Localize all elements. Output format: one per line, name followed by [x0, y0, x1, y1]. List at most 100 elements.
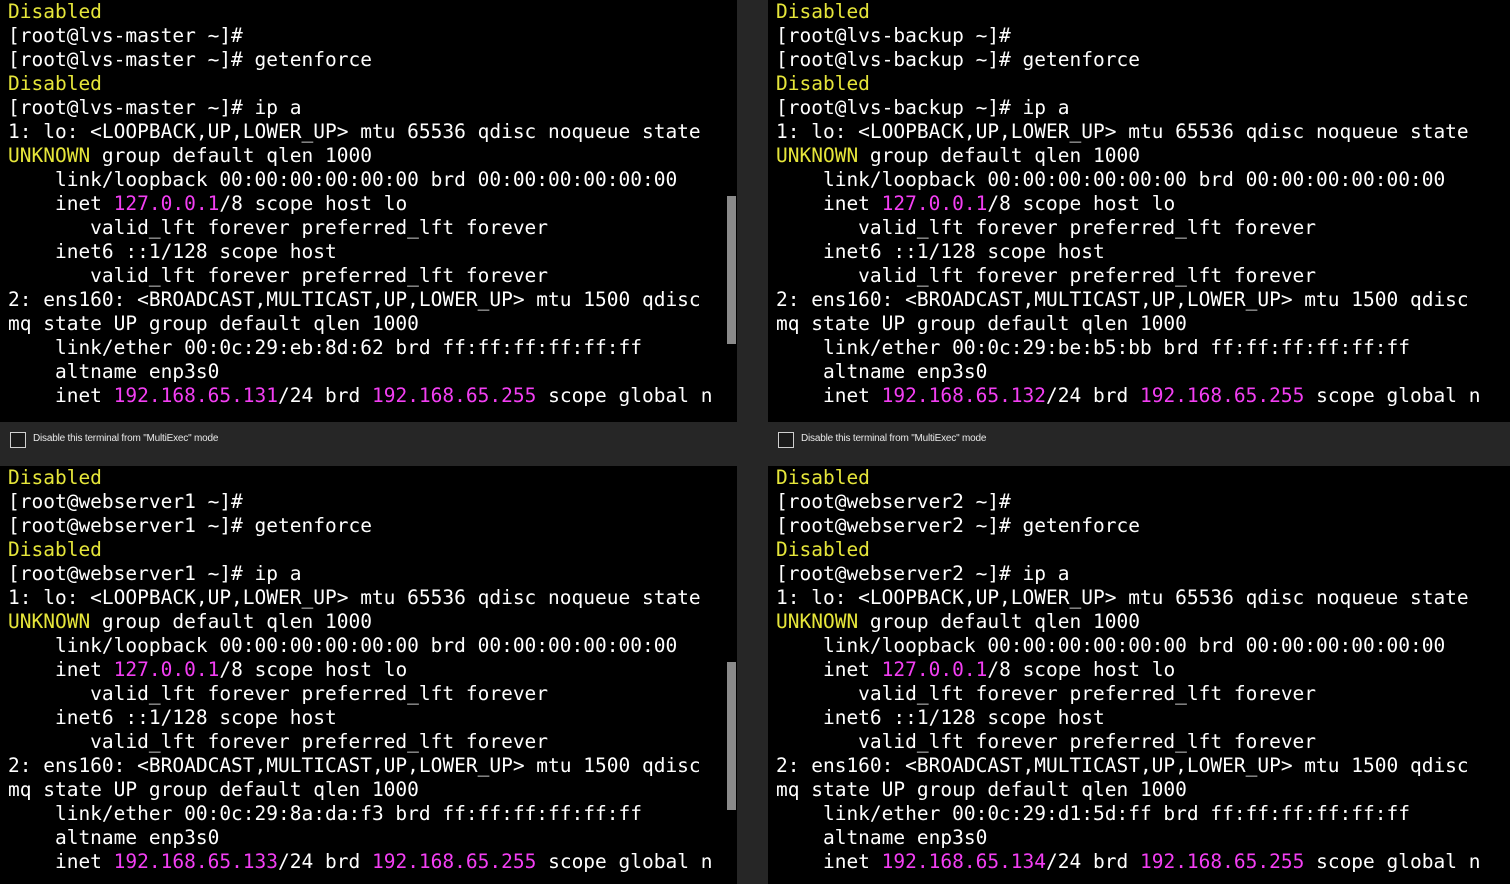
terminal-text-segment: link/ether 00:0c:29:be:b5:bb brd ff:ff:f… — [776, 336, 1410, 359]
multiexec-disable-checkbox[interactable] — [10, 432, 26, 448]
terminal-text-segment: valid_lft forever preferred_lft forever — [8, 730, 549, 753]
terminal-text-segment: inet — [776, 850, 882, 873]
terminal-text-segment: inet6 ::1/128 scope host — [8, 240, 337, 263]
terminal-pane-lvs-backup[interactable]: Disabled [root@lvs-backup ~]# [root@lvs-ba… — [768, 0, 1510, 422]
terminal-line: [root@webserver2 ~]# — [776, 490, 1496, 514]
terminal-text-segment: link/loopback 00:00:00:00:00:00 brd 00:0… — [8, 168, 678, 191]
terminal-line: valid_lft forever preferred_lft forever — [8, 216, 723, 240]
terminal-text-segment: [root@webserver2 ~]# ip a — [776, 562, 1070, 585]
terminal-text-segment: [root@webserver2 ~]# getenforce — [776, 514, 1140, 537]
terminal-line: [root@webserver2 ~]# getenforce — [776, 514, 1496, 538]
terminal-text-segment: 192.168.65.133 — [113, 850, 279, 873]
terminal-line: 2: ens160: <BROADCAST,MULTICAST,UP,LOWER… — [776, 288, 1496, 312]
terminal-line: link/loopback 00:00:00:00:00:00 brd 00:0… — [776, 634, 1496, 658]
terminal-text-segment: 192.168.65.132 — [881, 384, 1047, 407]
terminal-text-segment: valid_lft forever preferred_lft forever — [8, 216, 549, 239]
terminal-text-segment: [root@webserver1 ~]# ip a — [8, 562, 302, 585]
terminal-text-segment: /8 scope host lo — [219, 192, 408, 215]
terminal-text-segment: altname enp3s0 — [8, 360, 220, 383]
scrollbar[interactable] — [725, 466, 737, 884]
terminal-line: UNKNOWN group default qlen 1000 — [776, 144, 1496, 168]
terminal-line: 1: lo: <LOOPBACK,UP,LOWER_UP> mtu 65536 … — [8, 586, 723, 610]
multiexec-disable-label[interactable]: Disable this terminal from "MultiExec" m… — [801, 433, 986, 444]
terminal-text-segment: /24 brd — [1046, 384, 1140, 407]
terminal-line: inet 192.168.65.131/24 brd 192.168.65.25… — [8, 384, 723, 408]
terminal-line: inet 192.168.65.134/24 brd 192.168.65.25… — [776, 850, 1496, 874]
terminal-text-segment: 192.168.65.255 — [1139, 384, 1305, 407]
terminal-text-segment: [root@lvs-master ~]# — [8, 24, 243, 47]
terminal-pane-webserver1[interactable]: Disabled [root@webserver1 ~]# [root@webser… — [0, 466, 737, 884]
terminal-text-segment: inet6 ::1/128 scope host — [8, 706, 337, 729]
terminal-text-segment: mq state UP group default qlen 1000 — [8, 312, 419, 335]
terminal-line: UNKNOWN group default qlen 1000 — [8, 610, 723, 634]
terminal-text-segment: Disabled — [8, 538, 102, 561]
terminal-text-segment: group default qlen 1000 — [858, 610, 1140, 633]
scrollbar-thumb[interactable] — [727, 662, 736, 810]
terminal-line: 2: ens160: <BROADCAST,MULTICAST,UP,LOWER… — [776, 754, 1496, 778]
terminal-line: valid_lft forever preferred_lft forever — [8, 264, 723, 288]
terminal-line: inet6 ::1/128 scope host — [776, 706, 1496, 730]
terminal-text-segment: valid_lft forever preferred_lft forever — [776, 682, 1317, 705]
terminal-text-segment: Disabled — [776, 0, 870, 23]
scrollbar-thumb[interactable] — [727, 196, 736, 344]
terminal-line: 1: lo: <LOOPBACK,UP,LOWER_UP> mtu 65536 … — [8, 120, 723, 144]
terminal-text-segment: scope global n — [1304, 850, 1481, 873]
terminal-text-segment: mq state UP group default qlen 1000 — [776, 778, 1187, 801]
terminal-text-segment: link/ether 00:0c:29:8a:da:f3 brd ff:ff:f… — [8, 802, 642, 825]
terminal-line: 1: lo: <LOOPBACK,UP,LOWER_UP> mtu 65536 … — [776, 586, 1496, 610]
terminal-line: valid_lft forever preferred_lft forever — [8, 682, 723, 706]
multiexec-disable-label[interactable]: Disable this terminal from "MultiExec" m… — [33, 433, 218, 444]
terminal-text-segment: [root@webserver1 ~]# — [8, 490, 243, 513]
terminal-text-segment: 192.168.65.134 — [881, 850, 1047, 873]
terminal-line: mq state UP group default qlen 1000 — [776, 312, 1496, 336]
terminal-text-segment: scope global n — [536, 384, 713, 407]
terminal-text-segment: 1: lo: <LOOPBACK,UP,LOWER_UP> mtu 65536 … — [776, 120, 1469, 143]
terminal-line: [root@webserver1 ~]# — [8, 490, 723, 514]
terminal-line: inet 127.0.0.1/8 scope host lo — [8, 192, 723, 216]
terminal-line: inet6 ::1/128 scope host — [8, 706, 723, 730]
terminal-text-segment: /24 brd — [1046, 850, 1140, 873]
terminal-line: [root@lvs-backup ~]# — [776, 24, 1496, 48]
multiexec-disable-checkbox[interactable] — [778, 432, 794, 448]
terminal-text-segment: [root@webserver2 ~]# — [776, 490, 1011, 513]
terminal-text-segment: inet6 ::1/128 scope host — [776, 240, 1105, 263]
terminal-output: Disabled [root@lvs-backup ~]# [root@lvs-ba… — [776, 0, 1496, 422]
terminal-output: Disabled [root@webserver2 ~]# [root@webser… — [776, 466, 1496, 884]
terminal-text-segment: valid_lft forever preferred_lft forever — [8, 682, 549, 705]
terminal-text-segment: 2: ens160: <BROADCAST,MULTICAST,UP,LOWER… — [776, 288, 1469, 311]
terminal-text-segment: group default qlen 1000 — [90, 610, 372, 633]
terminal-line: 2: ens160: <BROADCAST,MULTICAST,UP,LOWER… — [8, 288, 723, 312]
terminal-line: valid_lft forever preferred_lft forever — [8, 730, 723, 754]
terminal-line: valid_lft forever preferred_lft forever — [776, 682, 1496, 706]
terminal-output: Disabled [root@webserver1 ~]# [root@webser… — [8, 466, 723, 884]
terminal-text-segment: valid_lft forever preferred_lft forever — [776, 730, 1317, 753]
terminal-line: Disabled — [776, 538, 1496, 562]
terminal-line: UNKNOWN group default qlen 1000 — [776, 610, 1496, 634]
terminal-text-segment: [root@lvs-backup ~]# getenforce — [776, 48, 1140, 71]
terminal-line: 1: lo: <LOOPBACK,UP,LOWER_UP> mtu 65536 … — [776, 120, 1496, 144]
terminal-line: mq state UP group default qlen 1000 — [8, 778, 723, 802]
terminal-text-segment: /24 brd — [278, 384, 372, 407]
terminal-text-segment: [root@webserver1 ~]# getenforce — [8, 514, 372, 537]
terminal-pane-lvs-master[interactable]: Disabled [root@lvs-master ~]# [root@lvs-ma… — [0, 0, 737, 422]
terminal-line: inet 192.168.65.133/24 brd 192.168.65.25… — [8, 850, 723, 874]
terminal-line: link/ether 00:0c:29:be:b5:bb brd ff:ff:f… — [776, 336, 1496, 360]
terminal-pane-webserver2[interactable]: Disabled [root@webserver2 ~]# [root@webser… — [768, 466, 1510, 884]
terminal-text-segment: scope global n — [1304, 384, 1481, 407]
scrollbar[interactable] — [725, 0, 737, 422]
terminal-text-segment: UNKNOWN — [8, 610, 91, 633]
terminal-line: inet6 ::1/128 scope host — [776, 240, 1496, 264]
terminal-text-segment: Disabled — [776, 72, 870, 95]
terminal-text-segment: group default qlen 1000 — [858, 144, 1140, 167]
terminal-text-segment: /8 scope host lo — [987, 658, 1176, 681]
terminal-text-segment: UNKNOWN — [776, 144, 859, 167]
terminal-line: Disabled — [8, 0, 723, 24]
terminal-line: link/loopback 00:00:00:00:00:00 brd 00:0… — [776, 168, 1496, 192]
terminal-text-segment: valid_lft forever preferred_lft forever — [8, 264, 549, 287]
terminal-line: mq state UP group default qlen 1000 — [8, 312, 723, 336]
terminal-line: inet 127.0.0.1/8 scope host lo — [8, 658, 723, 682]
terminal-text-segment: mq state UP group default qlen 1000 — [776, 312, 1187, 335]
terminal-text-segment: scope global n — [536, 850, 713, 873]
terminal-line: [root@lvs-master ~]# getenforce — [8, 48, 723, 72]
terminal-line: Disabled — [8, 538, 723, 562]
